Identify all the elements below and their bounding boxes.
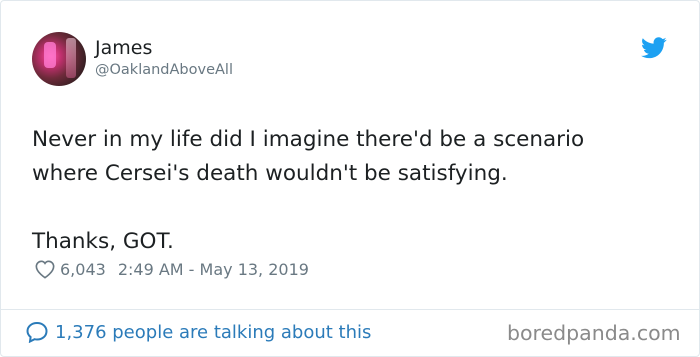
author-name[interactable]: James xyxy=(95,37,152,59)
tweet-card: James @OaklandAboveAll Never in my life … xyxy=(0,0,700,357)
heart-icon[interactable] xyxy=(34,259,56,279)
speech-bubble-icon xyxy=(26,321,48,343)
divider xyxy=(1,309,700,310)
avatar[interactable] xyxy=(32,32,86,86)
tweet-text-line: where Cersei's death wouldn't be satisfy… xyxy=(32,161,508,186)
talking-link[interactable]: 1,376 people are talking about this xyxy=(25,321,371,343)
tweet-text-line: Thanks, GOT. xyxy=(32,229,174,254)
tweet-text: Never in my life did I imagine there'd b… xyxy=(32,123,672,259)
avatar-light xyxy=(66,38,76,78)
twitter-bird-icon[interactable] xyxy=(641,37,667,59)
tweet-timestamp[interactable]: 2:49 AM - May 13, 2019 xyxy=(118,260,309,279)
watermark: boredpanda.com xyxy=(507,321,681,345)
avatar-glow xyxy=(44,42,56,68)
tweet-text-line: Never in my life did I imagine there'd b… xyxy=(32,127,585,152)
tweet-meta: 6,043 2:49 AM - May 13, 2019 xyxy=(34,259,309,279)
talking-label: 1,376 people are talking about this xyxy=(55,321,372,343)
author-handle[interactable]: @OaklandAboveAll xyxy=(95,62,233,78)
like-count[interactable]: 6,043 xyxy=(60,260,106,279)
